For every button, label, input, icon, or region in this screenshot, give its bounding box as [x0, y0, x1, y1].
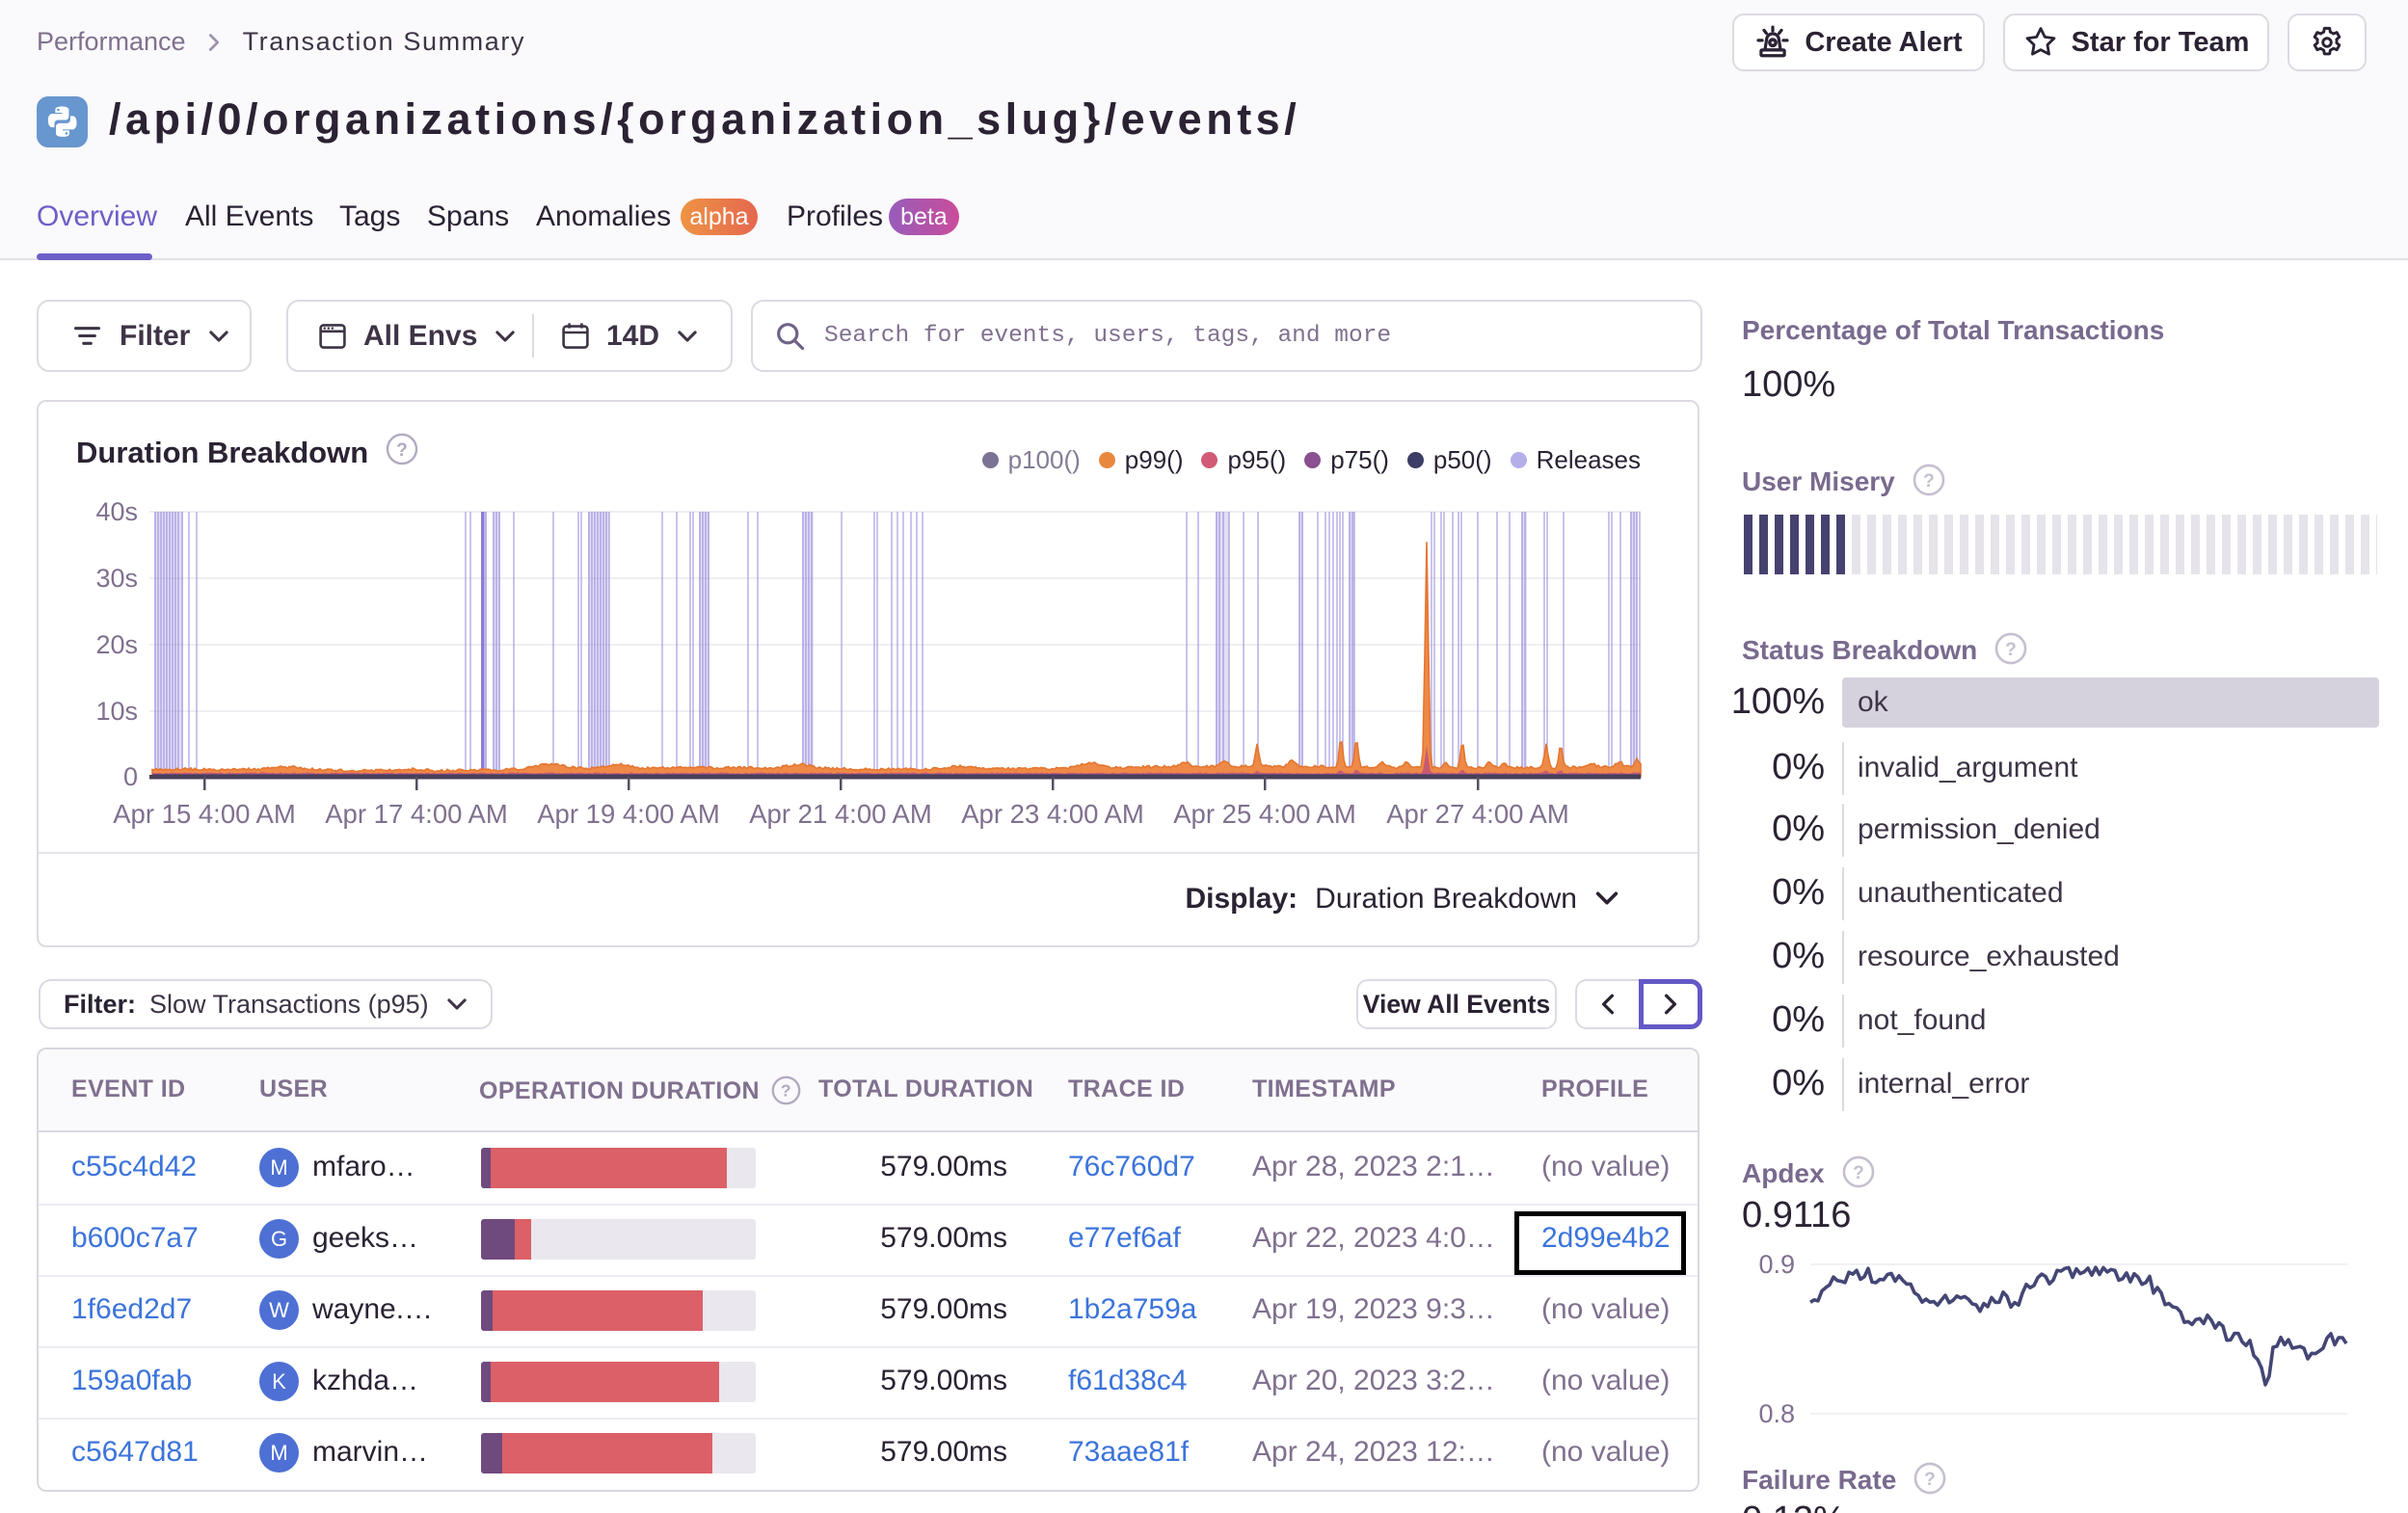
svg-text:?: ? [1923, 471, 1935, 491]
svg-text:0.9: 0.9 [1758, 1250, 1795, 1279]
svg-text:40s: 40s [95, 497, 138, 526]
svg-text:0.8: 0.8 [1758, 1399, 1795, 1428]
svg-text:?: ? [2005, 640, 2017, 660]
svg-text:Apr 25 4:00 AM: Apr 25 4:00 AM [1173, 799, 1356, 829]
svg-text:Apr 27 4:00 AM: Apr 27 4:00 AM [1386, 799, 1569, 829]
svg-text:Apr 19 4:00 AM: Apr 19 4:00 AM [537, 799, 720, 829]
svg-text:?: ? [781, 1081, 791, 1101]
svg-text:Apr 17 4:00 AM: Apr 17 4:00 AM [325, 799, 508, 829]
svg-text:Apr 15 4:00 AM: Apr 15 4:00 AM [113, 799, 296, 829]
svg-text:0: 0 [123, 762, 138, 791]
svg-text:30s: 30s [95, 564, 138, 593]
svg-text:10s: 10s [95, 697, 138, 726]
svg-text:20s: 20s [95, 630, 138, 659]
svg-text:Apr 23 4:00 AM: Apr 23 4:00 AM [961, 799, 1144, 829]
svg-text:?: ? [1924, 1470, 1936, 1490]
svg-text:Apr 21 4:00 AM: Apr 21 4:00 AM [749, 799, 932, 829]
